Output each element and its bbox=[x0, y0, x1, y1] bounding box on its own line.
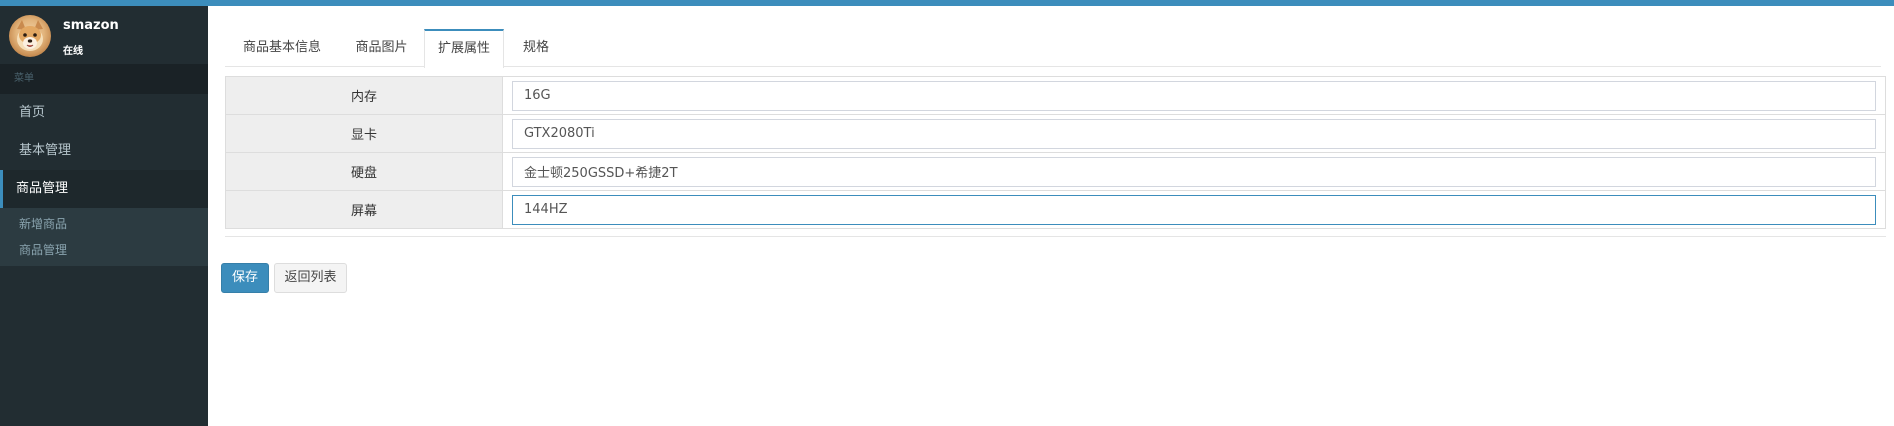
user-name: smazon bbox=[63, 18, 119, 33]
submenu-item-goods-management[interactable]: 商品管理 bbox=[0, 237, 208, 263]
table-row: 显卡 bbox=[225, 114, 1886, 153]
attribute-label: 内存 bbox=[225, 76, 503, 115]
attribute-cell bbox=[502, 190, 1886, 229]
attribute-label: 硬盘 bbox=[225, 152, 503, 191]
attributes-table: 内存 显卡 硬盘 屏幕 bbox=[225, 76, 1886, 229]
submenu-item-add-goods[interactable]: 新增商品 bbox=[0, 211, 208, 237]
attribute-label: 屏幕 bbox=[225, 190, 503, 229]
divider bbox=[225, 236, 1886, 237]
attribute-value-input[interactable] bbox=[512, 118, 1876, 149]
sidebar-item-basic-management[interactable]: 基本管理 bbox=[0, 132, 208, 170]
user-panel: smazon 在线 bbox=[0, 6, 208, 64]
attribute-cell bbox=[502, 114, 1886, 153]
sidebar-item-home[interactable]: 首页 bbox=[0, 94, 208, 132]
table-row: 屏幕 bbox=[225, 190, 1886, 229]
attribute-cell bbox=[502, 76, 1886, 115]
back-to-list-button[interactable]: 返回列表 bbox=[274, 263, 347, 293]
sidebar-item-goods-management[interactable]: 商品管理 bbox=[0, 170, 208, 208]
attribute-label: 显卡 bbox=[225, 114, 503, 153]
main-content: 商品基本信息 商品图片 扩展属性 规格 内存 显卡 硬盘 屏幕 bbox=[208, 6, 1894, 426]
submenu-goods: 新增商品 商品管理 bbox=[0, 208, 208, 266]
attribute-value-input-focused[interactable] bbox=[512, 194, 1876, 225]
user-status: 在线 bbox=[63, 46, 83, 57]
tab-images[interactable]: 商品图片 bbox=[339, 29, 424, 67]
attribute-cell bbox=[502, 152, 1886, 191]
attribute-value-input[interactable] bbox=[512, 156, 1876, 187]
table-row: 内存 bbox=[225, 76, 1886, 115]
table-row: 硬盘 bbox=[225, 152, 1886, 191]
sidebar: smazon 在线 菜单 首页 基本管理 商品管理 新增商品 商品管理 bbox=[0, 6, 208, 426]
dog-avatar-icon bbox=[9, 15, 51, 57]
tab-specifications[interactable]: 规格 bbox=[504, 29, 568, 67]
tab-bar: 商品基本信息 商品图片 扩展属性 规格 bbox=[225, 29, 1881, 68]
menu-header: 菜单 bbox=[0, 64, 208, 94]
tab-extended-attributes[interactable]: 扩展属性 bbox=[424, 29, 504, 68]
tab-basic-info[interactable]: 商品基本信息 bbox=[225, 29, 339, 67]
save-button[interactable]: 保存 bbox=[221, 263, 269, 293]
attribute-value-input[interactable] bbox=[512, 80, 1876, 111]
